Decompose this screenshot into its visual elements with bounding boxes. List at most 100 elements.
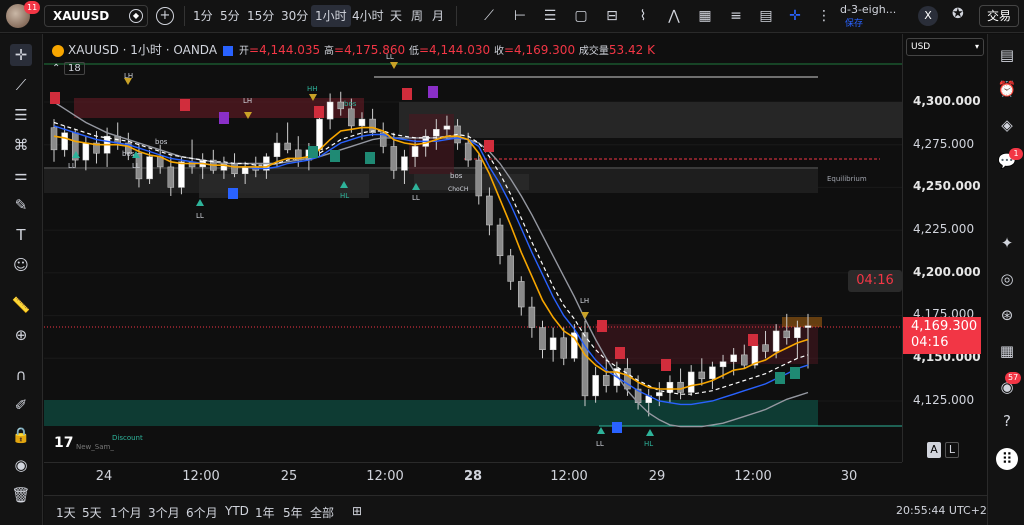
- legend-symbol[interactable]: XAUUSD · 1小时 · OANDA: [68, 43, 217, 57]
- lock-drawing-icon[interactable]: ✐: [10, 394, 32, 416]
- range-1y[interactable]: 1年: [255, 504, 275, 521]
- currency-select[interactable]: USD ▾: [906, 38, 984, 56]
- candle-bull: [592, 375, 599, 397]
- range-5d[interactable]: 5天: [82, 504, 102, 521]
- timeframe-1m[interactable]: 1分: [193, 7, 213, 24]
- fib-retracement-icon[interactable]: ☰: [541, 7, 559, 25]
- idea-bulb-icon[interactable]: ✪: [952, 6, 964, 22]
- alarm-clock-icon[interactable]: ⏰: [996, 78, 1018, 100]
- price-chart[interactable]: [44, 34, 902, 462]
- magnet-icon[interactable]: ∩: [10, 364, 32, 386]
- timeframe-5m[interactable]: 5分: [220, 7, 240, 24]
- tradingview-logo: 17: [54, 435, 74, 451]
- chart-canvas[interactable]: XAUUSD · 1小时 · OANDA 开=4,144.035 高=4,175.…: [44, 34, 902, 462]
- trendline-icon[interactable]: ⟋: [10, 74, 32, 96]
- sell-signal-marker: [314, 106, 324, 118]
- timeframe-4h[interactable]: 4小时: [352, 7, 384, 24]
- range-1d[interactable]: 1天: [56, 504, 76, 521]
- time-tick: 28: [463, 469, 483, 484]
- auto-scale-button[interactable]: A: [927, 442, 941, 458]
- trade-button[interactable]: 交易: [979, 5, 1019, 27]
- cursor-crosshair-icon[interactable]: ✛: [10, 44, 32, 66]
- brush-icon[interactable]: ✎: [10, 194, 32, 216]
- low-signal-marker: [228, 188, 238, 199]
- trend-line-tool-icon[interactable]: ⟋: [480, 7, 498, 25]
- calendar-icon[interactable]: ▦: [996, 340, 1018, 362]
- sell-signal-marker: [661, 359, 671, 371]
- flag-icon[interactable]: [223, 45, 234, 56]
- timeframe-1d[interactable]: 天: [390, 7, 402, 24]
- eye-icon[interactable]: ◉: [10, 454, 32, 476]
- range-3mo[interactable]: 3个月: [148, 504, 180, 521]
- swing-label: LL: [68, 162, 76, 170]
- lock-icon[interactable]: 🔒: [10, 424, 32, 446]
- range-5y[interactable]: 5年: [283, 504, 303, 521]
- pulse-icon[interactable]: ⊛: [996, 304, 1018, 326]
- range-1mo[interactable]: 1个月: [110, 504, 142, 521]
- time-axis[interactable]: 24 12:00 25 12:00 28 12:00 29 12:00 30: [44, 462, 902, 490]
- apps-grid-icon[interactable]: ⠿: [996, 448, 1018, 470]
- range-ytd[interactable]: YTD: [225, 504, 249, 518]
- fib-icon[interactable]: ☰: [10, 104, 32, 126]
- price-tick: 4,125.000: [913, 393, 975, 407]
- buy-signal-marker: [775, 372, 785, 384]
- rectangle-tool-icon[interactable]: ▢: [572, 7, 590, 25]
- pattern-tool-icon[interactable]: ⋀: [665, 7, 683, 25]
- date-range-calendar-icon[interactable]: ⊞: [352, 504, 362, 518]
- range-6mo[interactable]: 6个月: [186, 504, 218, 521]
- price-tick: 4,200.000: [913, 265, 981, 279]
- top-toolbar: 11 XAUUSD ◆ + 1分 5分 15分 30分 1小时 4小时 天 周 …: [0, 0, 1024, 33]
- high-label: 高: [324, 46, 335, 57]
- down-arrow-marker: [390, 62, 398, 69]
- path-tool-icon[interactable]: ⌇: [634, 7, 652, 25]
- more-tools-icon[interactable]: ⋮: [815, 7, 833, 25]
- candle-bear: [698, 371, 706, 380]
- candle-bull: [687, 371, 695, 393]
- emoji-icon[interactable]: ☺: [10, 254, 32, 276]
- bos-label: bos: [122, 150, 135, 158]
- timeframe-30m[interactable]: 30分: [281, 7, 308, 24]
- watchlist-icon[interactable]: ▤: [996, 44, 1018, 66]
- candle-bear: [741, 354, 748, 366]
- indicators-toggle[interactable]: ⌃ 18: [52, 62, 85, 76]
- ruler-icon[interactable]: 📏: [10, 294, 32, 316]
- range-all[interactable]: 全部: [310, 504, 334, 521]
- pattern-icon[interactable]: ⌘: [10, 134, 32, 156]
- timeframe-1mo[interactable]: 月: [432, 7, 444, 24]
- candle-bull: [772, 330, 780, 352]
- layers-icon[interactable]: ◈: [996, 114, 1018, 136]
- help-icon[interactable]: ?: [996, 410, 1018, 432]
- trash-icon[interactable]: 🗑: [10, 484, 32, 506]
- symbol-dropdown-icon[interactable]: ◆: [129, 9, 143, 23]
- buy-signal-marker: [365, 152, 375, 164]
- crosshair-icon[interactable]: ✛: [786, 7, 804, 25]
- timeframe-15m[interactable]: 15分: [247, 7, 274, 24]
- timeframe-1w[interactable]: 周: [411, 7, 423, 24]
- timeframe-1h[interactable]: 1小时: [311, 5, 351, 27]
- ideas-icon[interactable]: ✦: [996, 232, 1018, 254]
- text-icon[interactable]: T: [10, 224, 32, 246]
- zoom-in-icon[interactable]: ⊕: [10, 324, 32, 346]
- position-icon[interactable]: ⚌: [10, 164, 32, 186]
- horizontal-line-icon[interactable]: ⊢: [511, 7, 529, 25]
- layout-name[interactable]: d-3-eigh...: [840, 3, 896, 16]
- swing-label: LL: [412, 194, 420, 202]
- target-icon[interactable]: ◎: [996, 268, 1018, 290]
- measure-tool-icon[interactable]: ▦: [696, 7, 714, 25]
- text-tool-icon[interactable]: ≡: [727, 7, 745, 25]
- compare-symbol-button[interactable]: +: [156, 7, 174, 25]
- supply-zone-red-3: [595, 324, 818, 364]
- candle-bull: [549, 337, 557, 350]
- close-icon[interactable]: X: [918, 6, 938, 26]
- supply-zone-gray: [399, 102, 902, 138]
- symbol-search-button[interactable]: XAUUSD ◆: [44, 5, 148, 27]
- long-position-icon[interactable]: ⊟: [603, 7, 621, 25]
- clock-utc[interactable]: 20:55:44 UTC+2: [896, 504, 987, 517]
- candle-bull: [61, 132, 68, 151]
- calendar-tool-icon[interactable]: ▤: [757, 7, 775, 25]
- log-scale-button[interactable]: L: [945, 442, 959, 458]
- price-axis[interactable]: USD ▾ 4,300.000 4,275.000 4,250.000 4,225…: [902, 34, 987, 462]
- swing-label: LL: [132, 162, 140, 170]
- candle-bear: [231, 163, 238, 175]
- chevron-up-icon[interactable]: ⌃: [52, 63, 64, 74]
